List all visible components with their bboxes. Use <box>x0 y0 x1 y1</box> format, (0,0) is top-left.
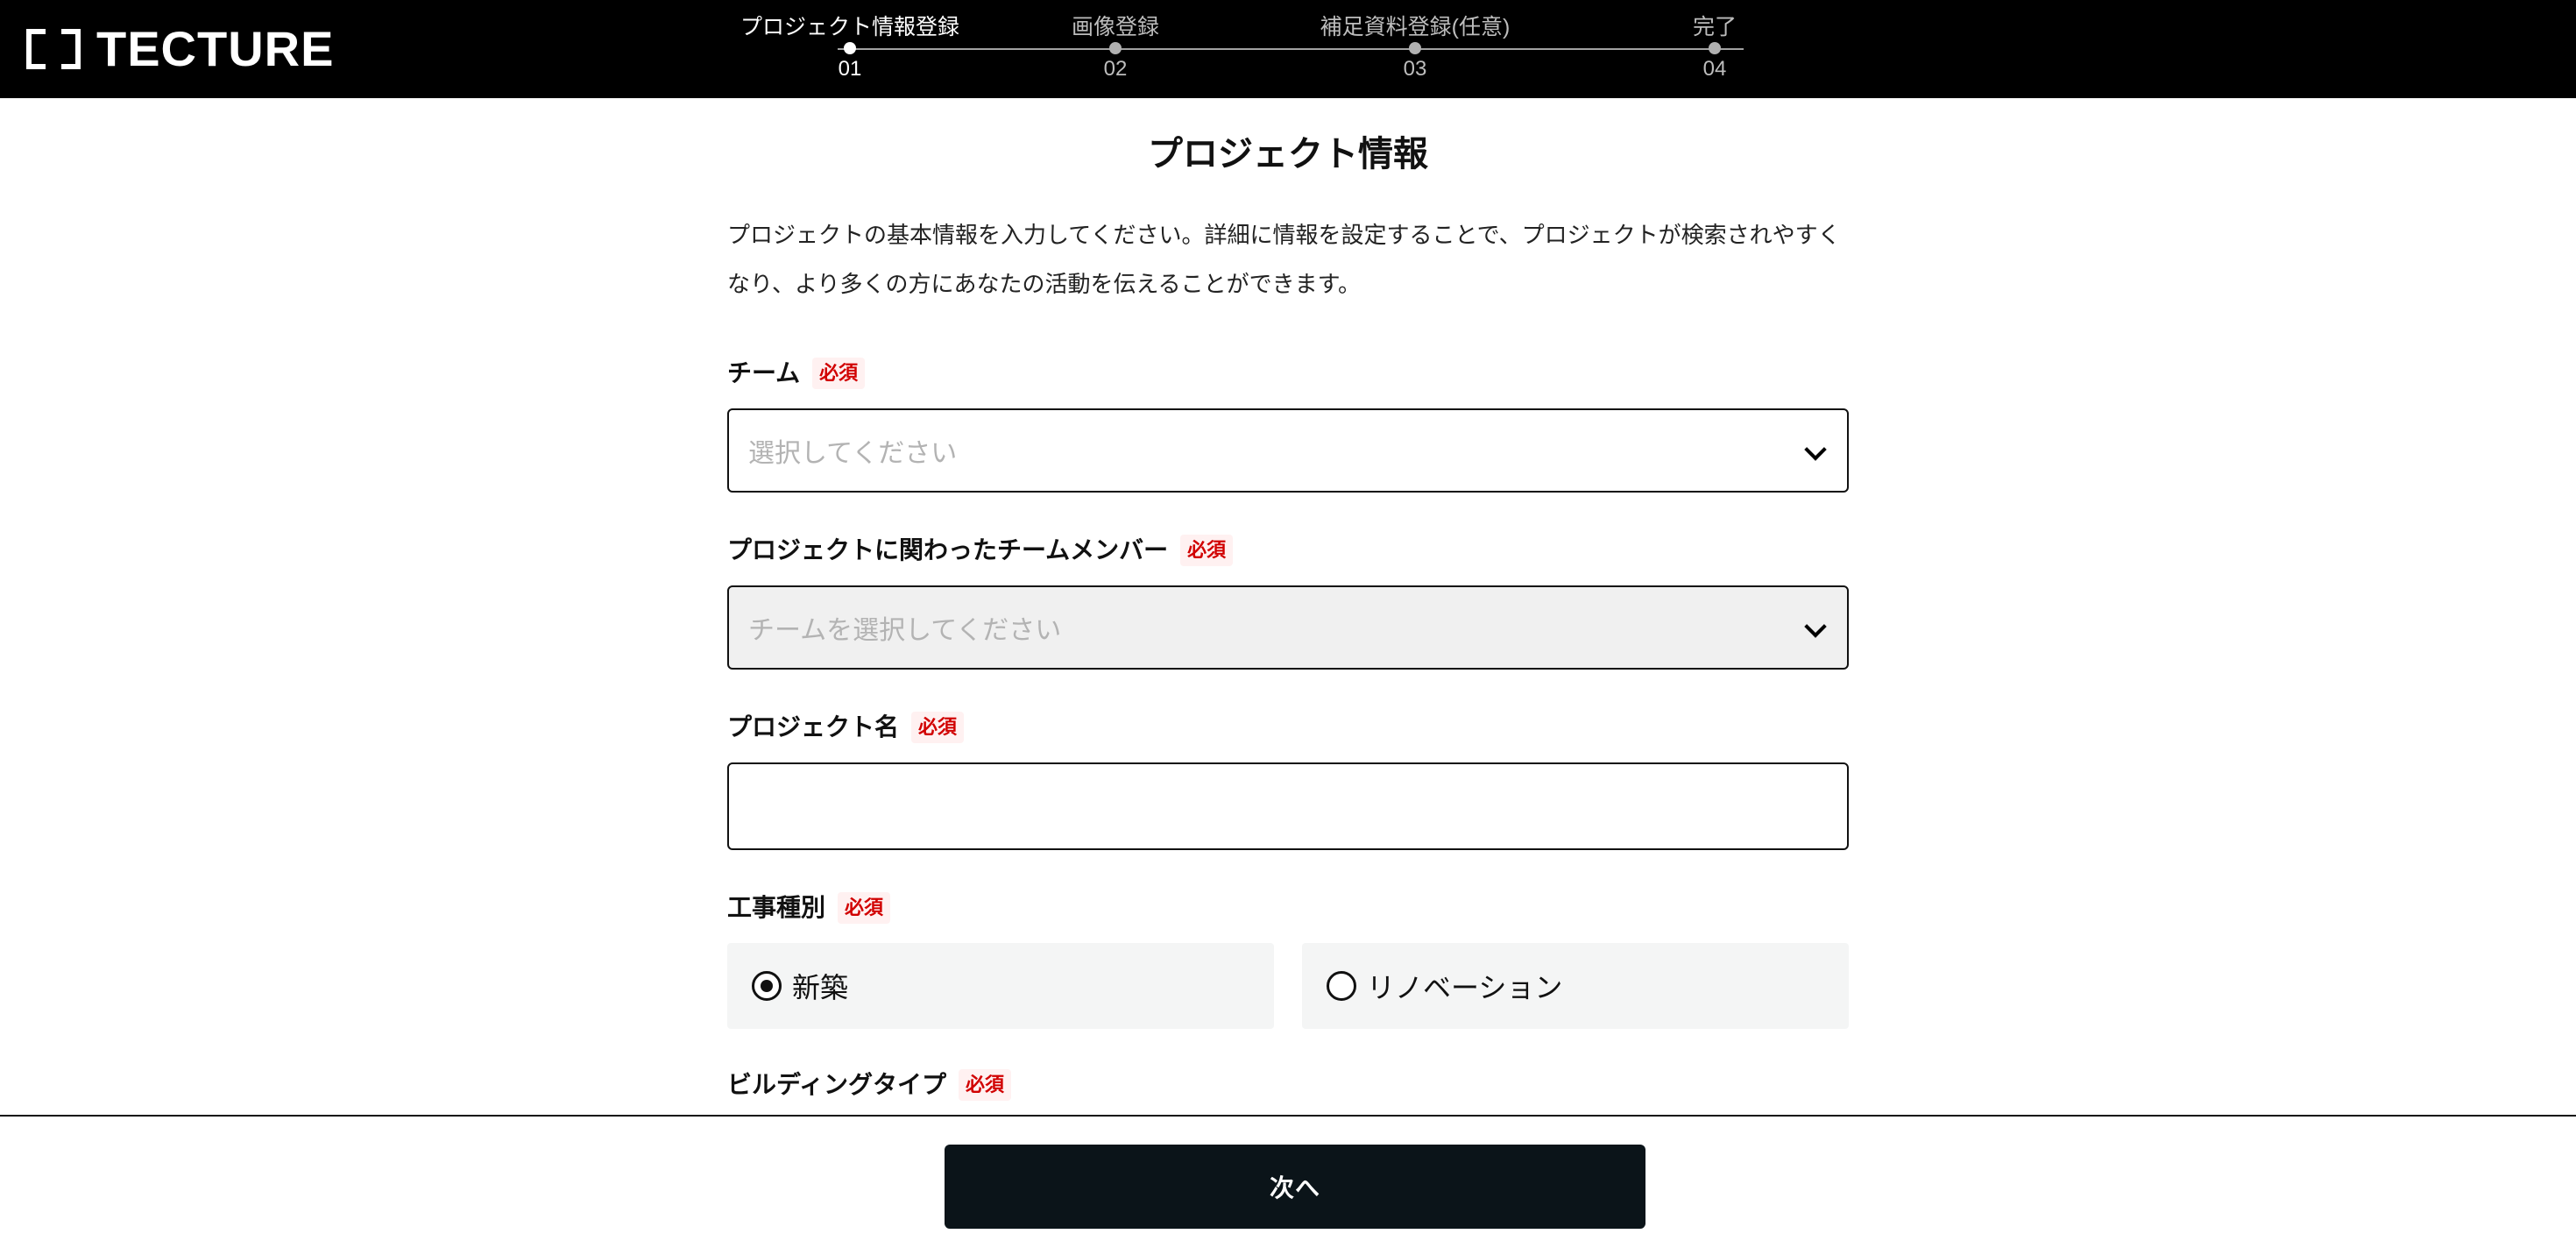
step-4-label: 完了 <box>1692 15 1737 39</box>
next-button[interactable]: 次へ <box>945 1145 1645 1229</box>
construction-type-radio-group: 新築 リノベーション <box>727 943 1849 1029</box>
required-badge: 必須 <box>959 1069 1012 1101</box>
required-badge: 必須 <box>838 892 891 924</box>
step-3-dot <box>1409 42 1421 54</box>
radio-option-label: リノベーション <box>1367 972 1563 1003</box>
tecture-logo-icon <box>26 29 81 69</box>
required-badge: 必須 <box>812 358 866 389</box>
team-select-placeholder: 選択してください <box>748 439 958 468</box>
step-3-number: 03 <box>1403 57 1427 81</box>
step-2-dot <box>1109 42 1122 54</box>
step-4: 完了 04 <box>1601 12 1829 91</box>
chevron-down-icon <box>1805 619 1824 638</box>
progress-stepper: プロジェクト情報登録 01 画像登録 02 補足資料登録(任意) 03 完了 0… <box>736 12 1744 91</box>
radio-option-new-build[interactable]: 新築 <box>727 943 1274 1029</box>
team-label: チーム <box>727 359 801 386</box>
brand[interactable]: TECTURE <box>26 21 334 77</box>
required-badge: 必須 <box>911 712 965 743</box>
construction-type-label-row: 工事種別 必須 <box>727 890 891 925</box>
members-label-row: プロジェクトに関わったチームメンバー 必須 <box>727 533 1234 568</box>
members-select-placeholder: チームを選択してください <box>748 616 1062 645</box>
step-1: プロジェクト情報登録 01 <box>736 12 964 91</box>
project-name-label: プロジェクト名 <box>727 713 900 741</box>
step-1-dot <box>844 42 856 54</box>
members-label: プロジェクトに関わったチームメンバー <box>727 536 1169 564</box>
brand-text: TECTURE <box>96 21 335 76</box>
construction-type-label: 工事種別 <box>727 894 826 921</box>
step-3-label: 補足資料登録(任意) <box>1320 15 1511 39</box>
team-select[interactable]: 選択してください <box>727 408 1849 493</box>
step-2-number: 02 <box>1103 57 1128 81</box>
radio-unchecked-icon <box>1327 971 1356 1001</box>
chevron-down-icon <box>1805 442 1824 461</box>
step-4-dot <box>1709 42 1721 54</box>
project-name-input[interactable] <box>727 762 1849 850</box>
logo-left-bracket <box>26 29 46 69</box>
step-4-number: 04 <box>1702 57 1727 81</box>
step-1-number: 01 <box>838 57 862 81</box>
intro-text: プロジェクトの基本情報を入力してください。詳細に情報を設定することで、プロジェク… <box>727 222 1841 297</box>
required-badge: 必須 <box>1180 535 1234 566</box>
step-2: 画像登録 02 <box>1001 12 1229 91</box>
project-name-label-row: プロジェクト名 必須 <box>727 710 965 745</box>
step-2-label: 画像登録 <box>1071 15 1159 39</box>
top-header: TECTURE プロジェクト情報登録 01 画像登録 02 補足資料登録(任意)… <box>0 0 2576 98</box>
radio-option-label: 新築 <box>792 972 849 1003</box>
building-type-label-row: ビルディングタイプ 必須 <box>727 1067 1012 1103</box>
logo-right-bracket <box>61 29 81 69</box>
radio-checked-icon <box>752 971 782 1001</box>
footer-bar: 次へ <box>0 1115 2576 1255</box>
radio-option-renovation[interactable]: リノベーション <box>1302 943 1849 1029</box>
building-type-label: ビルディングタイプ <box>727 1071 947 1098</box>
step-1-label: プロジェクト情報登録 <box>740 15 959 39</box>
team-label-row: チーム 必須 <box>727 356 866 391</box>
page-title: プロジェクト情報 <box>1148 135 1428 174</box>
project-info-form: プロジェクト情報 プロジェクトの基本情報を入力してください。詳細に情報を設定する… <box>727 98 1849 1115</box>
members-select[interactable]: チームを選択してください <box>727 585 1849 670</box>
step-3: 補足資料登録(任意) 03 <box>1301 12 1529 91</box>
